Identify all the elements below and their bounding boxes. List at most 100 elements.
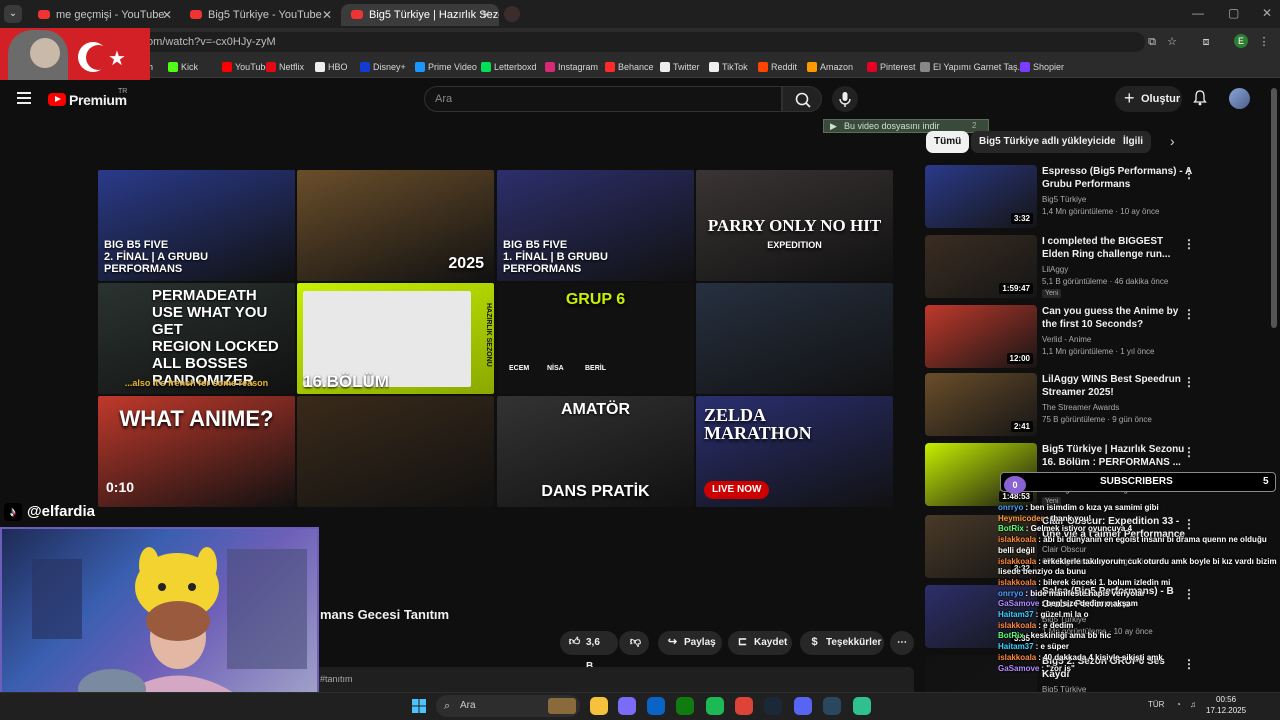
save-button[interactable]: ⊏ Kaydet [728, 631, 792, 655]
bookmark-item[interactable]: Instagram [545, 60, 598, 74]
bookmark-item[interactable]: HBO [315, 60, 348, 74]
bookmark-star-icon[interactable]: ☆ [1166, 36, 1178, 48]
related-channel[interactable]: Big5 Türkiye [1042, 195, 1086, 204]
related-title[interactable]: Can you guess the Anime by the first 10 … [1042, 305, 1192, 331]
endscreen-video-thumbnail[interactable]: WHAT ANIME? 0:10 [98, 396, 295, 507]
install-app-icon[interactable]: ⧉ [1146, 36, 1158, 48]
bookmark-item[interactable]: Behance [605, 60, 654, 74]
volume-icon[interactable]: ♫ [1190, 700, 1196, 709]
chip-related[interactable]: İlgili [1115, 131, 1151, 153]
related-thumbnail[interactable]: 2:41 [925, 373, 1037, 436]
endscreen-video-thumbnail[interactable]: PARRY ONLY NO HIT EXPEDITION [696, 170, 893, 281]
bookmark-item[interactable]: Netflix [266, 60, 304, 74]
steam-icon[interactable] [764, 697, 782, 715]
more-options-icon[interactable]: ⋮ [1183, 375, 1195, 389]
close-tab-icon[interactable]: ✕ [162, 4, 172, 26]
bookmark-item[interactable]: TikTok [709, 60, 748, 74]
related-title[interactable]: Espresso (Big5 Performans) - A Grubu Per… [1042, 165, 1192, 191]
tab-history[interactable]: me geçmişi - YouTube ✕ [28, 4, 180, 26]
endscreen-video-thumbnail[interactable]: BIG B5 FIVE 2. FİNAL | A GRUBU PERFORMAN… [98, 170, 295, 281]
related-channel[interactable]: LilAggy [1042, 265, 1068, 274]
thanks-button[interactable]: $ Teşekkürler [800, 631, 884, 655]
chrome-icon[interactable] [735, 697, 753, 715]
bookmark-item[interactable]: Shopier [1020, 60, 1064, 74]
tab-current-video[interactable]: Big5 Türkiye | Hazırlık Sezonu ✕ [341, 4, 499, 26]
extensions-icon[interactable]: ⧈ [1200, 36, 1212, 48]
account-avatar[interactable] [1229, 88, 1250, 109]
close-tab-icon[interactable]: ✕ [481, 4, 491, 26]
taskbar-search[interactable]: ⌕ Ara [436, 695, 580, 717]
endscreen-video-thumbnail[interactable]: GRUP 6 ECEM NİSA BERİL [497, 283, 694, 394]
file-explorer-icon[interactable] [590, 697, 608, 715]
related-channel[interactable]: Verlid - Anime [1042, 335, 1091, 344]
menu-hamburger-icon[interactable] [17, 92, 31, 104]
tab-big5-channel[interactable]: Big5 Türkiye - YouTube ✕ [180, 4, 340, 26]
endscreen-video-thumbnail[interactable]: BIG B5 FIVE 1. FİNAL | B GRUBU PERFORMAN… [497, 170, 694, 281]
close-tab-icon[interactable]: ✕ [322, 4, 332, 26]
bookmark-item[interactable]: Kick [168, 60, 198, 74]
voice-search-button[interactable] [832, 86, 858, 112]
bookmark-item[interactable]: YouTube [222, 60, 270, 74]
discord-icon[interactable] [794, 697, 812, 715]
outlook-icon[interactable] [647, 697, 665, 715]
bookmark-item[interactable]: Reddit [758, 60, 797, 74]
bookmark-item[interactable]: Disney+ [360, 60, 406, 74]
chip-all[interactable]: Tümü [926, 131, 970, 153]
minimize-icon[interactable]: — [1192, 6, 1204, 20]
copilot-icon[interactable] [618, 697, 636, 715]
chevron-right-icon[interactable]: › [1170, 133, 1175, 149]
bookmark-item[interactable]: Amazon [807, 60, 853, 74]
chrome-menu-icon[interactable]: ⋮ [1258, 36, 1270, 48]
app-icon[interactable] [853, 697, 871, 715]
more-options-icon[interactable]: ⋮ [1183, 307, 1195, 321]
bookmark-item[interactable]: Twitter [660, 60, 700, 74]
chip-from-uploader[interactable]: Big5 Türkiye adlı yükleyiciden [971, 131, 1130, 153]
related-thumbnail[interactable]: 12:00 [925, 305, 1037, 368]
more-options-icon[interactable]: ⋮ [1183, 167, 1195, 181]
wifi-icon[interactable]: ◔ [1176, 700, 1181, 709]
windows-start-icon[interactable] [410, 697, 428, 715]
close-window-icon[interactable]: ✕ [1262, 6, 1272, 20]
related-video-item[interactable]: 12:00 Can you guess the Anime by the firs… [925, 305, 1265, 369]
dislike-button[interactable]: 👎︎ [619, 631, 649, 655]
endscreen-video-thumbnail[interactable]: 2025 [297, 170, 494, 281]
bookmark-item[interactable]: Pinterest [867, 60, 916, 74]
related-title[interactable]: I completed the BIGGEST Elden Ring chall… [1042, 235, 1192, 261]
system-clock[interactable]: 00:56 17.12.2025 [1206, 694, 1246, 716]
search-input[interactable]: Ara [424, 86, 782, 112]
maximize-icon[interactable]: ▢ [1228, 6, 1239, 20]
related-video-item[interactable]: 1:59:47 I completed the BIGGEST Elden Rin… [925, 235, 1265, 299]
bookmark-item[interactable]: Prime Video [415, 60, 477, 74]
related-thumbnail[interactable]: 1:59:47 [925, 235, 1037, 298]
profile-avatar[interactable]: E [1234, 34, 1248, 48]
related-video-item[interactable]: 3:32 Espresso (Big5 Performans) - A Grubu… [925, 165, 1265, 229]
more-actions-button[interactable]: ⋯ [890, 631, 914, 655]
create-button[interactable]: Oluştur [1115, 85, 1182, 112]
steam-alt-icon[interactable] [823, 697, 841, 715]
endscreen-video-thumbnail[interactable]: AMATÖR DANS PRATİK [497, 396, 694, 507]
search-button[interactable] [782, 86, 822, 112]
endscreen-video-thumbnail[interactable]: PERMADEATH USE WHAT YOU GET REGION LOCKE… [98, 283, 295, 394]
related-title[interactable]: LilAggy WINS Best Speedrun Streamer 2025… [1042, 373, 1192, 399]
endscreen-video-thumbnail[interactable]: 16.BÖLÜM HAZIRLIK SEZONU [297, 283, 494, 394]
like-button[interactable]: 👍︎ 3,6 B [560, 631, 618, 672]
endscreen-video-thumbnail[interactable] [696, 283, 893, 394]
bookmark-item[interactable]: El Yapımı Garnet Taş... [920, 60, 1025, 74]
bookmark-item[interactable]: Letterboxd [481, 60, 537, 74]
hashtag[interactable]: #tanıtım [320, 674, 353, 684]
xbox-icon[interactable] [676, 697, 694, 715]
spotify-icon[interactable] [706, 697, 724, 715]
notifications-bell-icon[interactable] [1193, 90, 1207, 106]
share-button[interactable]: ↪ Paylaş [658, 631, 722, 655]
address-bar[interactable]: om/watch?v=-cx0HJy-zyM [135, 32, 1145, 52]
related-video-item[interactable]: 2:41 LilAggy WINS Best Speedrun Streamer … [925, 373, 1265, 437]
related-thumbnail[interactable]: 3:32 [925, 165, 1037, 228]
new-tab-button[interactable] [504, 6, 520, 22]
more-options-icon[interactable]: ⋮ [1183, 237, 1195, 251]
related-title[interactable]: Big5 Türkiye | Hazırlık Sezonu 16. Bölüm… [1042, 443, 1192, 469]
page-scrollbar[interactable] [1271, 88, 1277, 328]
endscreen-video-thumbnail[interactable]: ZELDA MARATHON LIVE NOW [696, 396, 893, 507]
endscreen-video-thumbnail[interactable] [297, 396, 494, 507]
youtube-logo-icon[interactable] [48, 93, 66, 106]
tab-search-button[interactable]: ⌄ [4, 5, 22, 23]
